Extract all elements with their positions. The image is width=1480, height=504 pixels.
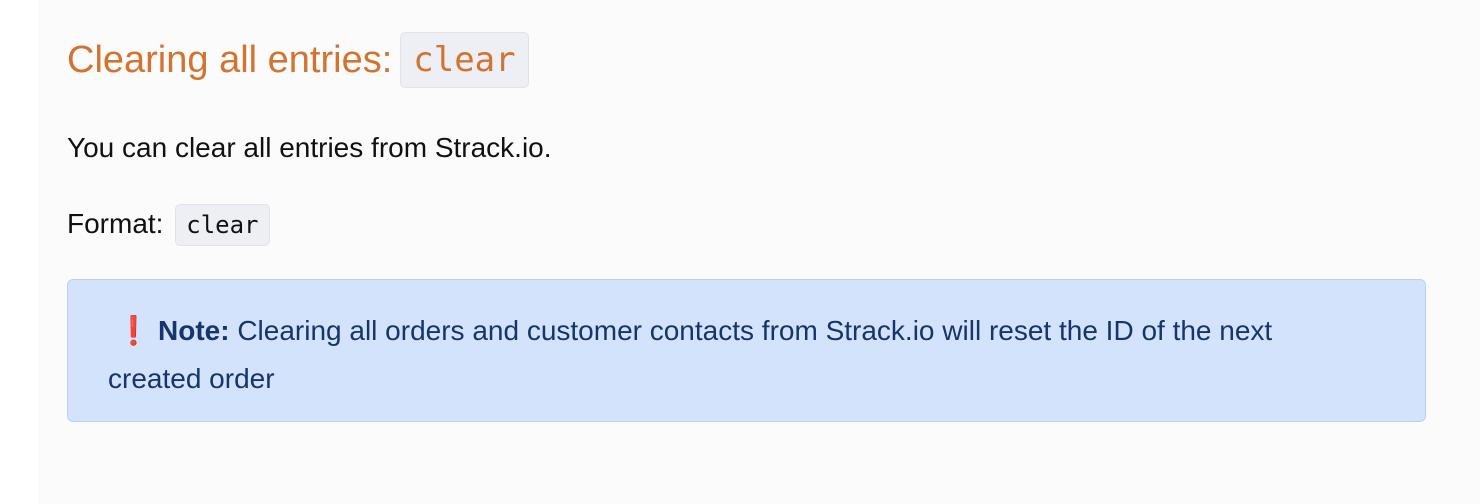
note-callout: ❗ Note: Clearing all orders and customer … [67,279,1426,422]
section-heading: Clearing all entries: clear [67,32,529,88]
section-description: You can clear all entries from Strack.io… [67,132,552,163]
content-page: Clearing all entries: clear You can clear… [38,0,1480,504]
note-label: Note: [158,315,230,346]
format-line: Format: clear [67,204,270,246]
format-label: Format: [67,208,164,239]
note-text-block: ❗ Note: Clearing all orders and customer … [108,307,1368,403]
note-body: Clearing all orders and customer contact… [108,315,1273,394]
format-code-snippet: clear [175,204,270,246]
heading-code-snippet: clear [400,32,529,88]
exclamation-icon: ❗ [116,315,151,346]
section-heading-text: Clearing all entries: [67,39,393,81]
